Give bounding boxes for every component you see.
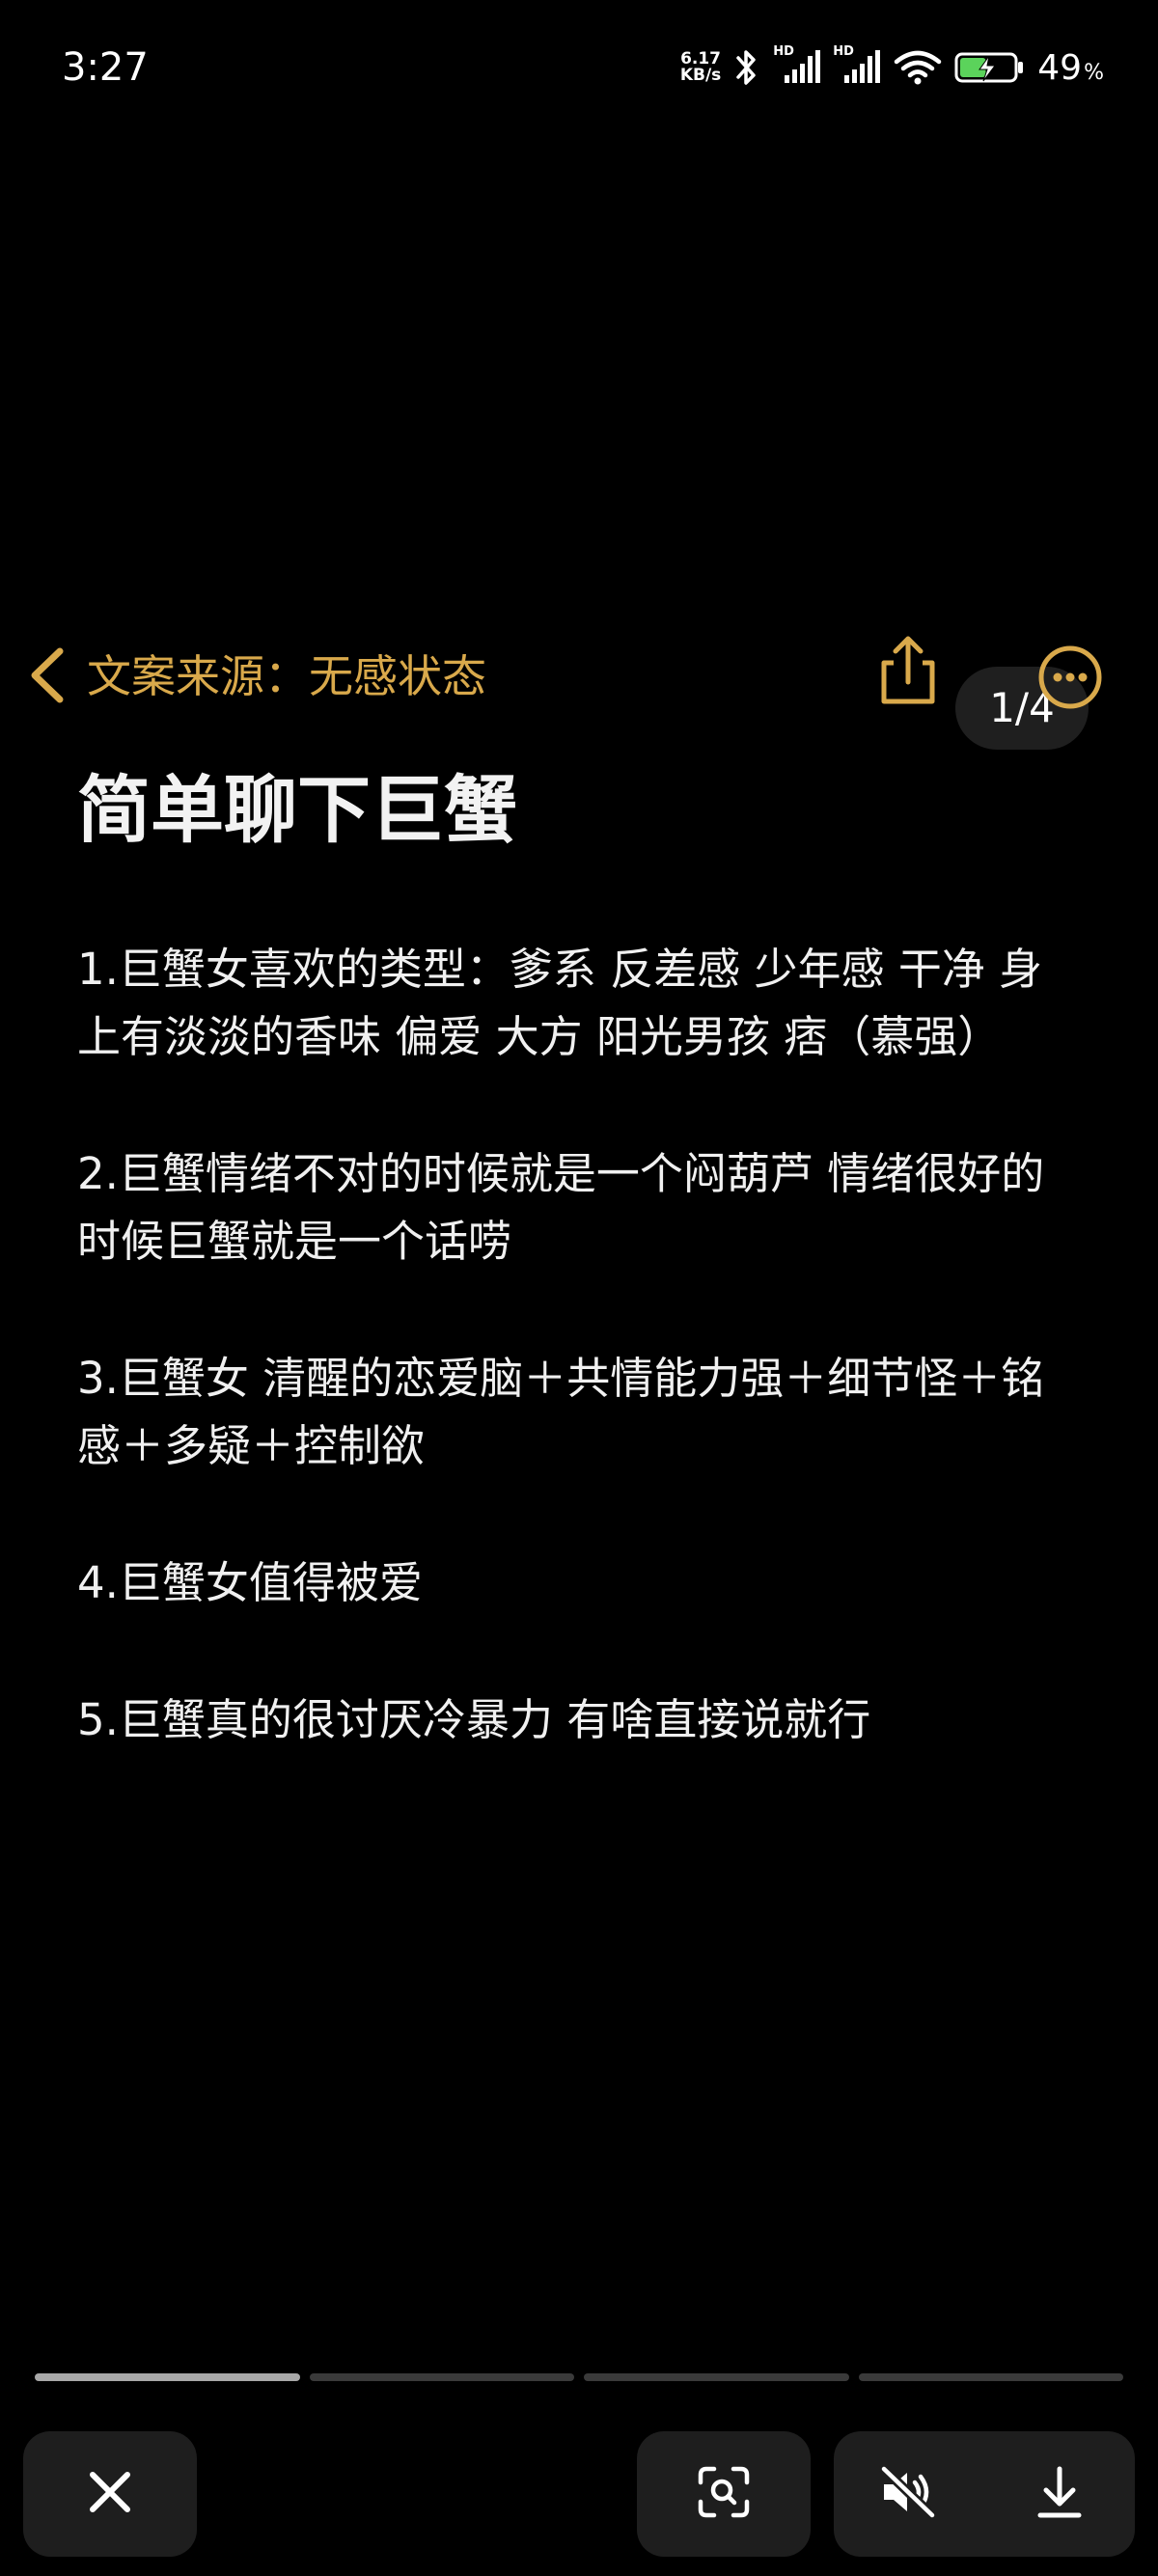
signal-hd-label: HD: [773, 44, 794, 59]
battery-percent-value: 49: [1037, 47, 1083, 88]
media-controls: [834, 2431, 1135, 2557]
note-body: 1.巨蟹女喜欢的类型：爹系 反差感 少年感 干净 身上有淡淡的香味 偏爱 大方 …: [77, 936, 1081, 1823]
progress-segment: [309, 2373, 574, 2381]
note-source-label: 文案来源：无感状态: [87, 650, 486, 702]
progress-segment: [858, 2373, 1123, 2381]
status-bar: 3:27 6.17 KB/s HD HD 49 %: [0, 0, 1158, 135]
note-paragraph: 3.巨蟹女 清醒的恋爱脑＋共情能力强＋细节怪＋铭感＋多疑＋控制欲: [77, 1353, 1045, 1471]
close-button[interactable]: [23, 2431, 197, 2557]
battery-icon: [954, 48, 1026, 87]
status-icons: 6.17 KB/s HD HD 49 %: [680, 42, 1104, 93]
note-paragraph: 2.巨蟹情绪不对的时候就是一个闷葫芦 情绪很好的时候巨蟹就是一个话唠: [77, 1148, 1045, 1267]
speaker-muted-icon: [878, 2464, 940, 2523]
progress-segment: [35, 2373, 300, 2381]
wifi-icon: [893, 48, 943, 87]
cellular-signal-icon-2: HD: [833, 44, 881, 87]
close-icon: [87, 2469, 133, 2519]
story-progress-bar: [35, 2373, 1123, 2381]
note-title: 简单聊下巨蟹: [77, 767, 517, 853]
battery-percent-unit: %: [1084, 60, 1104, 85]
cellular-signal-icon: HD: [773, 44, 821, 87]
battery-percent: 49 %: [1037, 48, 1104, 88]
scan-icon: [695, 2463, 753, 2525]
download-button[interactable]: [1002, 2436, 1117, 2552]
network-speed-unit: KB/s: [679, 66, 722, 85]
status-time: 3:27: [62, 45, 149, 90]
note-paragraph: 1.巨蟹女喜欢的类型：爹系 反差感 少年感 干净 身上有淡淡的香味 偏爱 大方 …: [77, 944, 1043, 1062]
note-paragraph: 4.巨蟹女值得被爱: [77, 1557, 423, 1608]
share-icon[interactable]: [874, 632, 942, 709]
network-speed: 6.17 KB/s: [680, 51, 721, 84]
more-options-icon[interactable]: [1036, 644, 1104, 711]
progress-segment: [584, 2373, 849, 2381]
back-chevron-icon[interactable]: [23, 644, 71, 707]
screen: 3:27 6.17 KB/s HD HD 49 % 文案来源：无感状态 1/4 …: [0, 0, 1158, 2576]
mute-button[interactable]: [851, 2436, 967, 2552]
note-paragraph: 5.巨蟹真的很讨厌冷暴力 有啥直接说就行: [77, 1694, 871, 1745]
signal-hd-label-2: HD: [833, 44, 854, 59]
download-icon: [1034, 2465, 1085, 2523]
scan-button[interactable]: [637, 2431, 811, 2557]
note-header: 文案来源：无感状态 1/4: [0, 632, 1158, 750]
bluetooth-icon: [732, 48, 761, 87]
